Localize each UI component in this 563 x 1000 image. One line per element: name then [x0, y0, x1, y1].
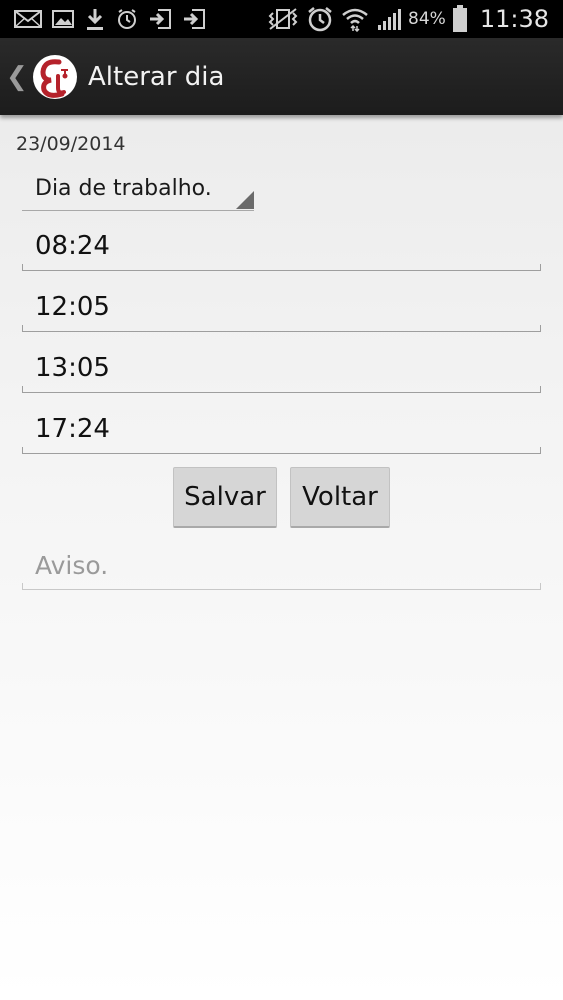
notification-icons: [0, 7, 206, 31]
up-navigation-chevron-icon[interactable]: ❮: [6, 62, 28, 92]
wifi-icon: [340, 6, 370, 32]
action-bar: ❮ Alterar dia: [0, 38, 563, 115]
time-value: 08:24: [35, 231, 110, 261]
spinner-arrow-icon: [236, 191, 254, 209]
day-type-spinner[interactable]: Dia de trabalho.: [22, 168, 254, 211]
save-button[interactable]: Salvar: [173, 467, 277, 528]
time-field-exit-1[interactable]: 12:05: [22, 287, 541, 332]
sign-in-icon: [148, 8, 172, 30]
time-value: 13:05: [35, 353, 110, 383]
page-title: Alterar dia: [88, 61, 225, 92]
battery-icon: [452, 5, 468, 33]
time-value: 12:05: [35, 292, 110, 322]
alarm-clock-icon: [306, 6, 334, 32]
status-clock: 11:38: [479, 5, 549, 33]
sign-in-icon: [182, 8, 206, 30]
notice-input[interactable]: Aviso.: [22, 546, 541, 590]
battery-percentage: 84%: [408, 9, 446, 29]
download-icon: [84, 7, 106, 31]
day-type-value: Dia de trabalho.: [35, 176, 212, 201]
time-field-exit-2[interactable]: 17:24: [22, 409, 541, 454]
notice-placeholder: Aviso.: [35, 551, 109, 580]
system-icons: 84% 11:38: [266, 5, 563, 33]
status-bar: 84% 11:38: [0, 0, 563, 38]
signal-icon: [376, 7, 402, 31]
alarm-icon: [116, 8, 138, 30]
vibrate-icon: [266, 7, 300, 31]
image-icon: [52, 9, 74, 29]
email-icon: [14, 9, 42, 29]
app-logo-icon[interactable]: [32, 54, 78, 100]
date-label: 23/09/2014: [16, 133, 126, 155]
time-value: 17:24: [35, 414, 110, 444]
time-field-entry-2[interactable]: 13:05: [22, 348, 541, 393]
time-field-entry-1[interactable]: 08:24: [22, 226, 541, 271]
back-button[interactable]: Voltar: [290, 467, 390, 528]
